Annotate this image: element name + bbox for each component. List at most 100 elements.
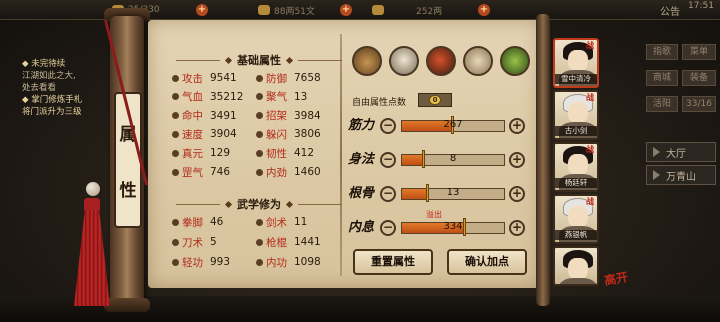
- battle-tag: 战: [586, 41, 594, 50]
- martial-attr-row: 轻功 993: [172, 254, 230, 270]
- basic-attr-row: 攻击 9541: [172, 70, 237, 86]
- attr-name: 韧性: [266, 147, 287, 160]
- martial-attr-row: 枪棍 1441: [256, 234, 321, 250]
- location-hall[interactable]: 大厅: [646, 142, 716, 162]
- stat-label: 身法: [348, 152, 375, 167]
- arrow-right-icon: [653, 147, 660, 157]
- resource-money: 88两51文: [258, 3, 315, 17]
- ingot-value: 252两: [416, 6, 443, 17]
- basic-attr-row: 防御 7658: [256, 70, 321, 86]
- scroll-roller-left: 属 性: [100, 8, 152, 312]
- attr-value: 35212: [210, 90, 244, 103]
- section-title-text: 武学修为: [237, 198, 281, 211]
- notice-button[interactable]: 公告: [660, 3, 680, 18]
- confirm-points-button[interactable]: 确认加点: [447, 249, 527, 275]
- diamond-icon: [224, 56, 233, 64]
- attr-value: 5: [210, 236, 217, 248]
- divider-line: [176, 203, 220, 205]
- attr-value: 3904: [210, 128, 237, 141]
- bullet-icon: [256, 74, 263, 82]
- reset-attributes-button[interactable]: 重置属性: [353, 249, 433, 275]
- bullet-icon: [256, 93, 263, 101]
- stat-bar[interactable]: 13: [401, 184, 505, 202]
- basic-attr-row: 真元 129: [172, 145, 230, 161]
- menu-button-2[interactable]: 菜单: [682, 44, 716, 60]
- character-name: 杨廷轩: [555, 178, 597, 188]
- attr-value: 129: [210, 147, 231, 160]
- menu-button-3[interactable]: 商城: [646, 70, 678, 86]
- increase-stat-button[interactable]: +: [509, 152, 525, 168]
- stat-value: 267: [443, 119, 463, 130]
- bullet-icon: [172, 149, 179, 157]
- stat-value: 8: [449, 153, 457, 164]
- attr-value: 11: [294, 216, 308, 228]
- attr-value: 13: [294, 90, 308, 103]
- character-name: 古小剑: [555, 126, 597, 136]
- menu-button-1[interactable]: 指歌: [646, 44, 678, 60]
- character-portrait[interactable]: [553, 246, 599, 286]
- attr-value: 1098: [294, 256, 321, 268]
- add-stamina-button[interactable]: +: [196, 4, 208, 16]
- attr-value: 46: [210, 216, 224, 228]
- bullet-icon: [172, 238, 179, 246]
- add-money-button[interactable]: +: [340, 4, 352, 16]
- stat-label: 根骨: [348, 186, 375, 201]
- decrease-stat-button[interactable]: −: [380, 220, 396, 236]
- basic-attr-row: 气血 35212: [172, 89, 243, 105]
- add-ingot-button[interactable]: +: [478, 4, 490, 16]
- portrait-face: [568, 206, 588, 228]
- divider-line: [176, 59, 220, 61]
- attr-value: 412: [294, 147, 315, 160]
- stat-bar[interactable]: 267: [401, 116, 505, 134]
- menu-button-4[interactable]: 装备: [682, 70, 716, 86]
- martial-attr-row: 剑术 11: [256, 214, 307, 230]
- eye-shield-icon[interactable]: [426, 46, 456, 76]
- increase-stat-button[interactable]: +: [509, 186, 525, 202]
- attr-value: 1441: [294, 236, 321, 248]
- hat-icon[interactable]: [352, 46, 382, 76]
- bullet-icon: [256, 149, 263, 157]
- quest-line: 将门派升为三级: [22, 107, 82, 117]
- tassel-bead-icon: [86, 182, 100, 196]
- increase-stat-button[interactable]: +: [509, 220, 525, 236]
- decrease-stat-button[interactable]: −: [380, 186, 396, 202]
- bullet-icon: [256, 168, 263, 176]
- quest-log[interactable]: ◆ 未完待续 江湖如此之大, 处去看看 ◆ 掌门修炼手札 将门派升为三级: [22, 58, 102, 118]
- increase-stat-button[interactable]: +: [509, 118, 525, 134]
- scroll-roller-right: [536, 14, 550, 306]
- stat-bar[interactable]: 334: [401, 218, 505, 236]
- basic-attr-row: 罡气 746: [172, 164, 230, 180]
- battle-tag: 战: [586, 93, 594, 102]
- menu-button-6[interactable]: 33/16: [682, 96, 716, 112]
- basic-attr-row: 韧性 412: [256, 145, 314, 161]
- attr-value: 1460: [294, 166, 321, 178]
- basic-attr-row: 内劲 1460: [256, 164, 321, 180]
- basic-attr-row: 躲闪 3806: [256, 126, 321, 142]
- quest-title: ◆ 未完待续: [22, 59, 66, 69]
- location-mountain[interactable]: 万青山: [646, 165, 716, 185]
- bullet-icon: [256, 218, 263, 226]
- menu-button-5[interactable]: 活阳: [646, 96, 678, 112]
- martial-attr-row: 拳脚 46: [172, 214, 223, 230]
- basic-attr-row: 速度 3904: [172, 126, 237, 142]
- arm-icon[interactable]: [463, 46, 493, 76]
- attr-value: 746: [210, 166, 231, 178]
- coin-icon: [258, 5, 270, 15]
- attr-value: 993: [210, 256, 231, 268]
- attr-name: 拳脚: [182, 216, 203, 229]
- battle-tag: 战: [586, 197, 594, 206]
- quest-line: 处去看看: [22, 83, 57, 93]
- attr-name: 速度: [182, 128, 203, 141]
- decrease-stat-button[interactable]: −: [380, 152, 396, 168]
- bullet-icon: [172, 112, 179, 120]
- stat-label: 内息: [348, 220, 375, 235]
- stat-value: 334: [443, 221, 463, 232]
- bullet-icon: [172, 218, 179, 226]
- stat-bar[interactable]: 8: [401, 150, 505, 168]
- sect-badge-icon[interactable]: [389, 46, 419, 76]
- diamond-icon: [224, 200, 233, 208]
- panel-divider: [340, 34, 342, 276]
- ingot-icon: [372, 5, 384, 15]
- jade-icon[interactable]: [500, 46, 530, 76]
- decrease-stat-button[interactable]: −: [380, 118, 396, 134]
